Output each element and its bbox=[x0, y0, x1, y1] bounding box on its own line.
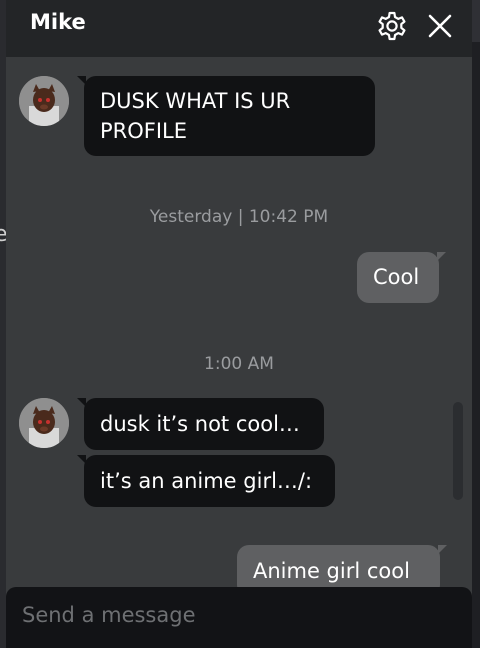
settings-button[interactable] bbox=[375, 9, 409, 43]
timestamp: 1:00 AM bbox=[204, 354, 274, 374]
message-bubble-incoming[interactable]: DUSK WHAT IS UR PROFILE bbox=[77, 76, 375, 156]
avatar bbox=[19, 76, 69, 126]
chat-title: Mike bbox=[30, 10, 86, 34]
avatar-image bbox=[19, 76, 69, 126]
background-panel-right-top bbox=[472, 0, 480, 42]
chat-header: Mike bbox=[6, 0, 472, 57]
close-button[interactable] bbox=[423, 9, 457, 43]
scrollbar[interactable] bbox=[453, 402, 463, 500]
message-bubble-incoming[interactable]: it’s an anime girl…/: bbox=[77, 455, 335, 507]
background-panel-right bbox=[472, 0, 480, 648]
avatar bbox=[19, 398, 69, 448]
message-bubble-incoming[interactable]: dusk it’s not cool… bbox=[77, 398, 324, 450]
message-bubble-outgoing[interactable]: Cool bbox=[357, 252, 446, 303]
message-composer bbox=[6, 587, 472, 648]
gear-icon bbox=[378, 11, 406, 41]
close-icon bbox=[428, 14, 452, 38]
timestamp: Yesterday | 10:42 PM bbox=[149, 207, 329, 227]
chat-window: Mike DUSK WHAT IS UR PROFILE Yesterday |… bbox=[6, 0, 472, 648]
avatar-image bbox=[19, 398, 69, 448]
message-input[interactable] bbox=[6, 587, 472, 648]
